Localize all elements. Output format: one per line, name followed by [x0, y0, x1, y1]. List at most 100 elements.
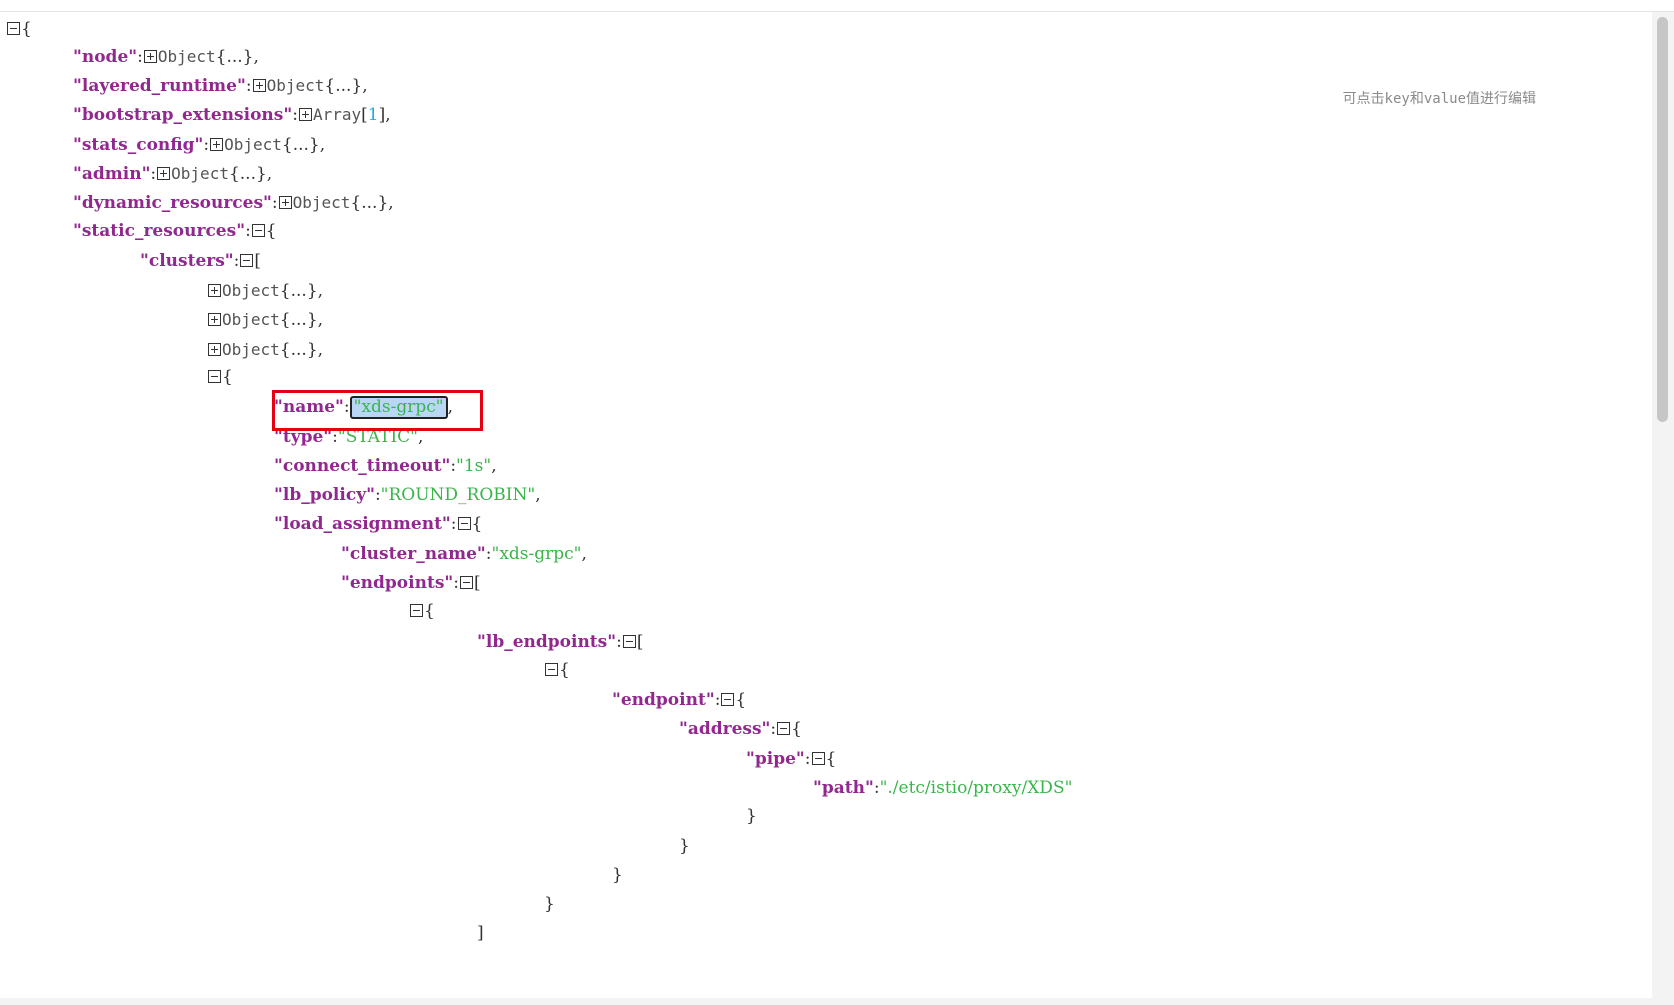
json-punctuation: {...}, [279, 281, 324, 301]
json-key[interactable]: "lb_endpoints" [477, 632, 616, 652]
json-number-value[interactable]: 1 [368, 105, 379, 125]
collapse-icon[interactable] [545, 663, 558, 676]
json-punctuation: { [222, 367, 233, 387]
json-punctuation: [ [473, 573, 481, 593]
json-key[interactable]: "admin" [73, 164, 150, 184]
json-key[interactable]: "clusters" [140, 251, 234, 271]
expand-icon[interactable] [208, 343, 221, 356]
json-punctuation: { [21, 19, 32, 39]
collapse-icon[interactable] [811, 752, 825, 765]
json-line: "endpoint": { [612, 685, 746, 716]
json-line: } [612, 860, 623, 891]
json-key[interactable]: "connect_timeout" [274, 456, 450, 476]
json-key[interactable]: "path" [813, 778, 874, 798]
expand-icon[interactable] [208, 284, 221, 297]
collapse-icon[interactable] [721, 693, 735, 706]
json-type-label: Object [266, 76, 325, 95]
json-key[interactable]: "endpoints" [341, 573, 453, 593]
json-key[interactable]: "static_resources" [73, 221, 245, 241]
json-line: "node": Object{...}, [73, 41, 259, 72]
json-line: { [544, 655, 570, 686]
json-punctuation: { [559, 660, 570, 680]
json-punctuation: : [453, 573, 459, 593]
json-punctuation: : [292, 105, 298, 125]
collapse-icon[interactable] [251, 224, 265, 237]
expand-icon[interactable] [298, 108, 312, 121]
json-punctuation: } [612, 865, 623, 885]
json-type-label: Array [312, 105, 362, 124]
json-key[interactable]: "dynamic_resources" [73, 193, 272, 213]
json-punctuation: , [535, 485, 541, 505]
json-punctuation: { [735, 690, 747, 710]
collapse-icon[interactable] [410, 604, 423, 617]
json-line: Object{...}, [207, 304, 323, 335]
json-string-value[interactable]: "1s" [456, 456, 491, 476]
json-line: "pipe": { [746, 744, 836, 775]
json-punctuation: } [746, 806, 757, 826]
vertical-scrollbar[interactable] [1652, 12, 1674, 998]
json-key[interactable]: "bootstrap_extensions" [73, 105, 292, 125]
expand-icon[interactable] [210, 138, 224, 151]
json-key[interactable]: "layered_runtime" [73, 76, 246, 96]
expand-icon[interactable] [157, 167, 171, 180]
json-line: "stats_config": Object{...}, [73, 129, 325, 160]
json-line: } [544, 889, 555, 920]
json-punctuation: {...}, [350, 193, 394, 213]
json-key[interactable]: "stats_config" [73, 135, 203, 155]
json-line: ] [477, 918, 484, 949]
json-key[interactable]: "cluster_name" [341, 544, 486, 564]
red-highlight-annotation [272, 390, 483, 431]
json-punctuation: : [714, 690, 721, 710]
json-string-value[interactable]: "./etc/istio/proxy/XDS" [880, 778, 1073, 798]
collapse-icon[interactable] [777, 722, 791, 735]
json-line: } [746, 801, 757, 832]
collapse-icon[interactable] [240, 254, 254, 267]
json-line: "path":"./etc/istio/proxy/XDS" [813, 773, 1072, 804]
json-type-label: Object [171, 164, 229, 183]
json-line: "dynamic_resources": Object{...}, [73, 187, 394, 218]
json-punctuation: { [265, 221, 277, 241]
scrollbar-thumb[interactable] [1657, 17, 1668, 422]
horizontal-scrollbar[interactable] [0, 998, 1674, 1005]
json-line: "endpoints": [ [341, 568, 481, 599]
json-punctuation: [ [636, 632, 644, 652]
json-punctuation: {...}, [324, 76, 368, 96]
json-line: "clusters": [ [140, 246, 261, 277]
json-punctuation: : [245, 76, 252, 96]
expand-icon[interactable] [252, 79, 266, 92]
json-type-label: Object [157, 47, 216, 66]
json-key[interactable]: "address" [679, 719, 770, 739]
json-key[interactable]: "pipe" [746, 749, 805, 769]
json-punctuation: : [804, 749, 811, 769]
json-line: { [409, 596, 435, 627]
json-punctuation: , [581, 544, 587, 564]
json-line: } [679, 831, 690, 862]
json-punctuation: : [770, 719, 777, 739]
collapse-icon[interactable] [7, 22, 20, 35]
json-key[interactable]: "lb_policy" [274, 485, 375, 505]
json-line: "layered_runtime": Object{...}, [73, 70, 368, 101]
json-line: "connect_timeout":"1s", [274, 451, 497, 482]
json-punctuation: { [791, 719, 802, 739]
collapse-icon[interactable] [459, 576, 473, 589]
json-line: "static_resources": { [73, 216, 277, 247]
expand-icon[interactable] [143, 50, 157, 63]
json-string-value[interactable]: "xds-grpc" [492, 544, 582, 564]
json-punctuation: ], [378, 105, 391, 125]
expand-icon[interactable] [208, 313, 221, 326]
expand-icon[interactable] [278, 196, 292, 209]
collapse-icon[interactable] [208, 370, 221, 383]
json-line: "admin": Object{...}, [73, 158, 272, 189]
json-punctuation: { [424, 601, 435, 621]
json-line: "cluster_name":"xds-grpc", [341, 539, 587, 570]
json-punctuation: : [271, 193, 278, 213]
collapse-icon[interactable] [622, 635, 636, 648]
json-key[interactable]: "endpoint" [612, 690, 715, 710]
json-string-value[interactable]: "ROUND_ROBIN" [381, 485, 536, 505]
json-punctuation: : [616, 632, 622, 652]
collapse-icon[interactable] [457, 517, 471, 530]
edit-hint: 可点击key和value值进行编辑 [1342, 91, 1536, 107]
json-key[interactable]: "node" [73, 47, 137, 67]
json-key[interactable]: "load_assignment" [274, 514, 451, 534]
json-line: Object{...}, [207, 334, 323, 365]
